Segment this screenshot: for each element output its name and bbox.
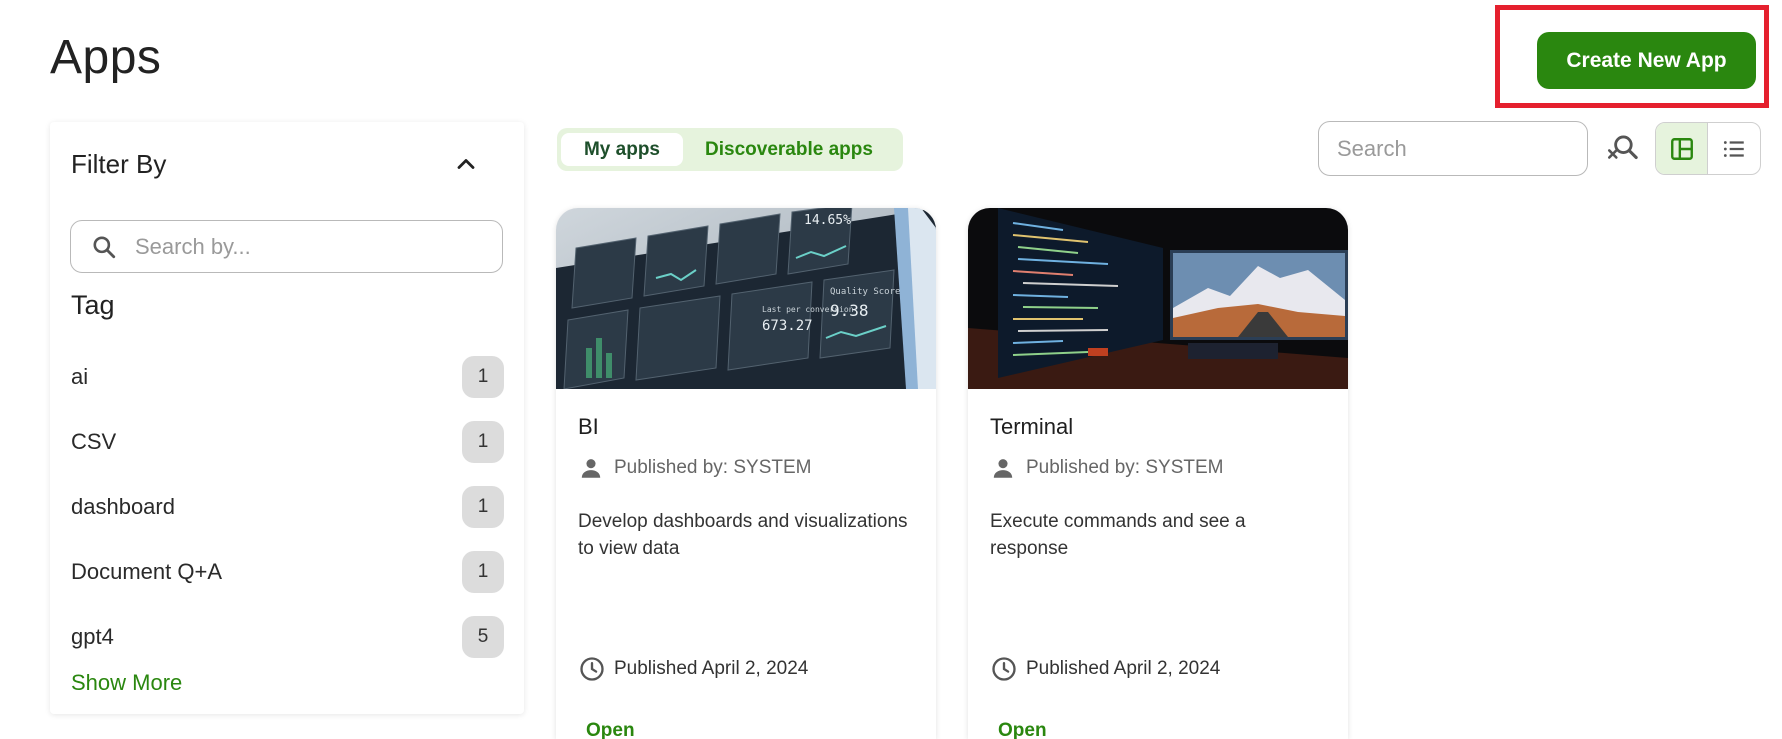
grid-view-icon (1670, 137, 1693, 160)
clock-icon (992, 657, 1016, 681)
tag-heading: Tag (71, 290, 115, 320)
tag-item-gpt4[interactable]: gpt4 5 (71, 604, 504, 669)
app-card-image (968, 208, 1348, 389)
app-card-publisher: Published by: SYSTEM (990, 455, 1223, 481)
view-toggle (1655, 122, 1761, 175)
image-stat-text: 673.27 (762, 318, 813, 334)
image-stat-text: 14.65% (804, 213, 851, 228)
filter-title: Filter By (71, 149, 167, 179)
tag-count-badge: 1 (462, 550, 504, 593)
app-card-description: Develop dashboards and visualizations to… (578, 511, 908, 559)
tag-label: dashboard (71, 493, 175, 519)
tab-discoverable-apps[interactable]: Discoverable apps (683, 133, 895, 166)
tag-count-badge: 1 (462, 355, 504, 398)
create-new-app-button[interactable]: Create New App (1537, 32, 1756, 89)
tag-label: Document Q+A (71, 558, 223, 584)
open-app-button[interactable]: Open (998, 720, 1047, 739)
search-icon (93, 235, 116, 258)
date-text: Published April 2, 2024 (614, 658, 809, 679)
open-app-button[interactable]: Open (586, 720, 635, 739)
publisher-text: Published by: SYSTEM (1026, 457, 1224, 478)
filter-panel: Filter By Tag ai 1 CSV 1 dashboard 1 Doc… (50, 122, 524, 714)
tag-count-badge: 5 (462, 615, 504, 658)
tag-count-badge: 1 (462, 420, 504, 463)
grid-view-button[interactable] (1656, 123, 1709, 174)
search-clear-icon[interactable] (1605, 132, 1639, 166)
app-card-publisher: Published by: SYSTEM (578, 455, 811, 481)
filter-search-field[interactable] (70, 220, 503, 273)
filter-search-input[interactable] (135, 233, 475, 260)
app-card-date: Published April 2, 2024 (990, 655, 1220, 683)
app-search-field[interactable] (1318, 121, 1588, 176)
tag-list: ai 1 CSV 1 dashboard 1 Document Q+A 1 gp… (71, 344, 504, 669)
image-stat-text: 9.38 (830, 301, 869, 320)
person-icon (581, 459, 601, 478)
app-card-bi[interactable]: 14.65% Last per conversion 673.27 Qualit… (556, 208, 936, 739)
tag-count-badge: 1 (462, 485, 504, 528)
terminal-screens-image (968, 208, 1348, 389)
app-search-input[interactable] (1337, 135, 1577, 162)
app-card-title: BI (578, 414, 599, 439)
person-icon (993, 459, 1013, 478)
tab-my-apps[interactable]: My apps (561, 133, 683, 166)
app-card-title: Terminal (990, 414, 1074, 439)
dashboard-screens-image: 14.65% Last per conversion 673.27 Qualit… (556, 208, 936, 389)
app-card-terminal[interactable]: Terminal Published by: SYSTEM Execute co… (968, 208, 1348, 739)
app-card-date: Published April 2, 2024 (578, 655, 808, 683)
app-card-image: 14.65% Last per conversion 673.27 Qualit… (556, 208, 936, 389)
publisher-text: Published by: SYSTEM (614, 457, 812, 478)
page-title: Apps (50, 31, 162, 84)
tag-label: gpt4 (71, 623, 114, 649)
tag-item-document-qa[interactable]: Document Q+A 1 (71, 539, 504, 604)
list-view-button[interactable] (1708, 123, 1760, 174)
app-card-description: Execute commands and see a response (990, 511, 1246, 559)
list-view-icon (1723, 140, 1744, 157)
clock-icon (580, 657, 604, 681)
chevron-up-icon[interactable] (452, 150, 480, 178)
image-stat-text: Quality Score (830, 287, 900, 297)
show-more-link[interactable]: Show More (71, 670, 182, 696)
tag-item-ai[interactable]: ai 1 (71, 344, 504, 409)
tag-item-csv[interactable]: CSV 1 (71, 409, 504, 474)
app-tabs: My apps Discoverable apps (557, 128, 903, 171)
tag-label: ai (71, 363, 89, 389)
date-text: Published April 2, 2024 (1026, 658, 1221, 679)
tag-label: CSV (71, 428, 117, 454)
tag-item-dashboard[interactable]: dashboard 1 (71, 474, 504, 539)
